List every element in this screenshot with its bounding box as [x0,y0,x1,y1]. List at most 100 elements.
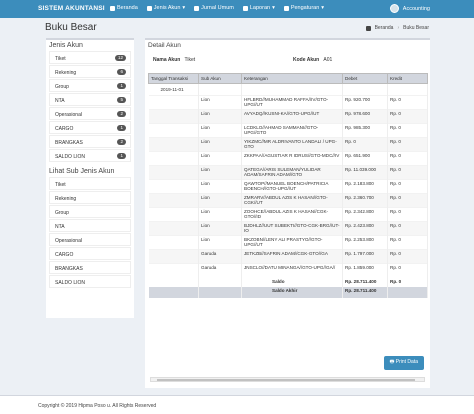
sidebar-item-label: SALDO LION [55,154,86,160]
row-kredit: Rp. 0 [387,263,428,278]
count-badge: 6 [117,69,126,75]
row-debet: Rp. 920.700 [342,95,388,110]
count-badge: 1 [117,83,126,89]
col-debet[interactable]: Debet [342,73,388,84]
saldo-kredit: Rp. 0 [387,277,428,287]
row-kredit: Rp. 0 [387,109,428,124]
breadcrumb: Beranda › Buku Besar [365,25,429,31]
gear-icon [283,5,289,11]
row-debet: Rp. 2.183.800 [342,179,388,194]
row-keterangan: BJDHLZ//UUT SUBEKTI//GTO-CGK-BRG//UT-IO [241,221,343,236]
count-badge: 12 [114,55,126,61]
saldo-label: Saldo [241,277,343,287]
sub-sidebar-item-label: Rekening [55,196,77,202]
row-sub-akun: Lion [198,137,242,152]
sidebar-item[interactable]: Rekening 6 [49,65,131,78]
sidebar-item[interactable]: SALDO LION 1 [49,149,131,162]
sub-sidebar-item[interactable]: Group [49,205,131,218]
row-kredit: Rp. 0 [387,207,428,222]
col-kredit[interactable]: Kredit [387,73,428,84]
row-keterangan: HFLBRD//MUHAMMAD RAFFA//IV/GTO-UPG//UT [241,95,343,110]
table-row: Garuda JNSCLO//DATU MINANGA//GTO-UPG//GA/… [148,263,428,278]
table-row: Lion HFLBRD//MUHAMMAD RAFFA//IV/GTO-UPG//… [148,95,428,110]
sidebar-item[interactable]: Operasional 2 [49,107,131,120]
sub-sidebar-item[interactable]: SALDO LION [49,275,131,288]
sub-sidebar-item-label: NTA [55,224,65,230]
home-icon [110,5,115,11]
row-sub-akun: Lion [198,109,242,124]
account-sidebar: Jenis Akun Tiket 12 Rekening 6 Group 1 NTA 5 Ope… [46,38,134,318]
row-keterangan: BKZOBN//LENY ALI PRASTYO//GTO-UPG//UT [241,235,343,250]
sub-sidebar-item-label: Tiket [55,182,66,188]
count-badge: 2 [117,111,126,117]
row-keterangan: YIKZMC//MR ALDRIVANTO LANDALI / UPG-GTO [241,137,343,152]
print-button[interactable]: 🖶 Print Data [383,356,424,370]
nav-jurnal-umum[interactable]: Jurnal Umum [194,5,234,11]
col-tanggal[interactable]: Tanggal Transaksi [148,73,199,84]
sub-sidebar-item[interactable]: CARGO [49,247,131,260]
horizontal-scrollbar[interactable] [150,377,425,382]
row-debet: Rp. 978.600 [342,109,388,124]
row-debet: Rp. 2.360.700 [342,193,388,208]
row-debet: Rp. 0 [342,137,388,152]
table-row: Lion AVYADQ//KUSNI-KA//GTO-UPG//UT Rp. 978… [148,109,428,124]
table-row: Lion QAWTOP//MANUEL BOENCH/PATRICIA BOENC… [148,179,428,194]
sidebar-item[interactable]: Group 1 [49,79,131,92]
navbar: SISTEM AKUNTANSI Beranda Jenis Akun ▾ Ju… [0,0,474,18]
col-keterangan[interactable]: Keterangan [241,73,343,84]
nav-jenis-akun[interactable]: Jenis Akun ▾ [146,5,185,11]
count-badge: 1 [117,125,126,131]
row-kredit: Rp. 0 [387,221,428,236]
table-row: Lion ZKKPAA//AGUSTIAR R IDRUS//GTO-MDC//I… [148,151,428,166]
list-icon [146,5,152,11]
row-debet: Rp. 11.039.000 [342,165,388,180]
app-brand[interactable]: SISTEM AKUNTANSI [38,5,105,12]
date-row: 2019-11-01 [148,83,428,96]
scrollbar-thumb[interactable] [157,379,415,381]
sidebar-item[interactable]: CARGO 1 [49,121,131,134]
row-keterangan: ZKKPAA//AGUSTIAR R IDRUS//GTO-MDC//IV [241,151,343,166]
detail-panel: Detail Akun Nama Akun Tiket Kode Akun A0… [145,38,430,388]
sub-sidebar-item-label: CARGO [55,252,74,258]
row-keterangan: ZOOHCE//ABDUL AZIS K HASAN//CGK-GTO//ID [241,207,343,222]
saldo-akhir-row: Saldo Akhir Rp. 28.711.400 [148,286,428,298]
copyright: Copyright © 2019 Hipma Poso u. All Right… [38,403,157,409]
avatar [389,4,399,13]
breadcrumb-home[interactable]: Beranda [375,25,394,31]
account-code-value: A01 [323,57,333,63]
row-sub-akun: Lion [198,235,242,250]
row-debet: Rp. 985.300 [342,123,388,138]
nav-laporan[interactable]: Laporan ▾ [242,5,275,11]
row-sub-akun: Lion [198,151,242,166]
user-menu[interactable]: Accounting [389,4,430,13]
user-name: Accounting [402,5,430,12]
row-debet: Rp. 1.797.000 [342,249,388,264]
sidebar-item-label: BRANGKAS [55,140,83,146]
nav-pengaturan[interactable]: Pengaturan ▾ [283,5,324,11]
sub-sidebar-item[interactable]: NTA [49,219,131,232]
row-sub-akun: Lion [198,95,242,110]
row-kredit: Rp. 0 [387,151,428,166]
row-kredit: Rp. 0 [387,123,428,138]
col-sub-akun[interactable]: Sub Akun [198,73,242,84]
row-sub-akun: Lion [198,165,242,180]
sidebar-item-label: Tiket [55,56,66,62]
account-code-label: Kode Akun [293,57,320,63]
row-kredit: Rp. 0 [387,249,428,264]
row-kredit: Rp. 0 [387,95,428,110]
sidebar-item[interactable]: Tiket 12 [49,51,131,64]
table-row: Garuda JETKZB//SAFRIN ADAM//CGK-GTO//GA Rp… [148,249,428,264]
sidebar-item-label: CARGO [55,126,74,132]
sub-sidebar-item[interactable]: Rekening [49,191,131,204]
sidebar-item[interactable]: NTA 5 [49,93,131,106]
nav-beranda[interactable]: Beranda [110,5,138,11]
saldo-debet: Rp. 28.711.400 [342,277,388,287]
sidebar-item[interactable]: BRANGKAS 2 [49,135,131,148]
sub-sidebar-item[interactable]: Tiket [49,177,131,190]
account-name-value: Tiket [184,57,196,63]
sidebar-item-label: Rekening [55,70,77,76]
report-icon [242,5,248,11]
sub-sidebar-item[interactable]: BRANGKAS [49,261,131,274]
sub-sidebar-item[interactable]: Operasional [49,233,131,246]
row-kredit: Rp. 0 [387,193,428,208]
